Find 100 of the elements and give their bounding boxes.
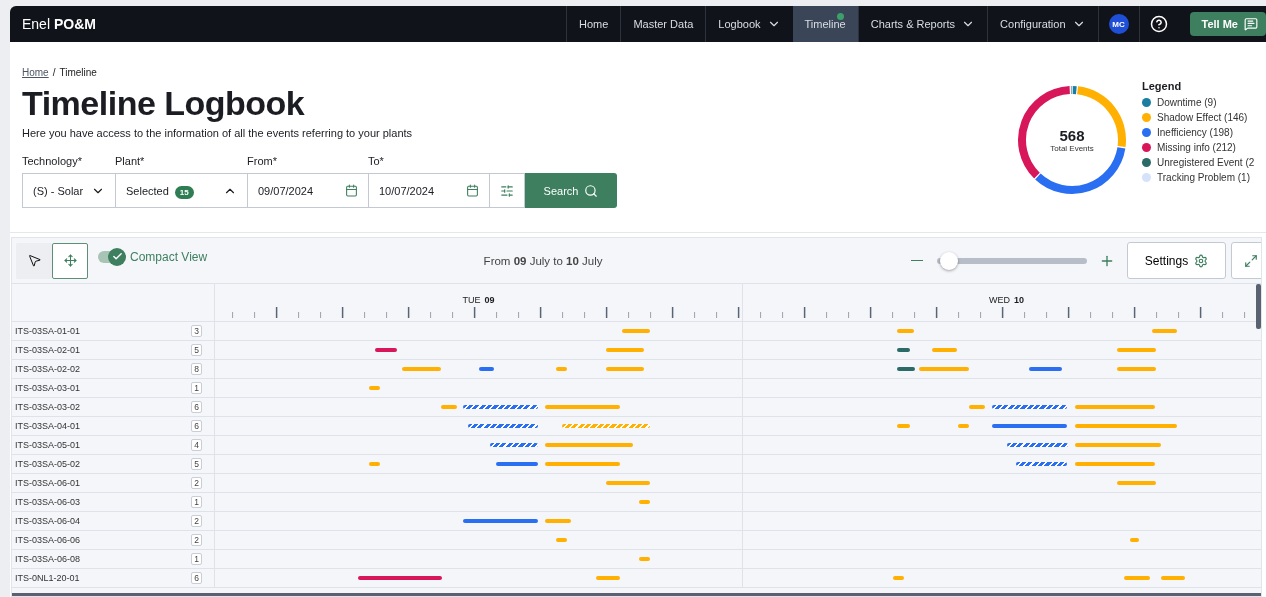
legend-title: Legend [1142, 80, 1183, 92]
plant-value: Selected 15 [126, 184, 194, 197]
row-label: ITS-03SA-05-01 [15, 440, 81, 450]
zoom-slider[interactable] [937, 251, 1087, 270]
check-icon [111, 251, 123, 262]
sliders-icon [500, 183, 514, 198]
event-bar[interactable] [897, 367, 915, 371]
row-label: ITS-0NL1-20-01 [15, 573, 80, 583]
plant-select[interactable]: Selected 15 [115, 173, 248, 208]
legend-label: Missing info (212) [1157, 142, 1236, 153]
nav-item[interactable]: Master Data [620, 6, 706, 42]
field-label: To* [368, 155, 385, 167]
row-label: ITS-03SA-02-01 [15, 345, 81, 355]
pointer-tool[interactable] [16, 242, 52, 279]
event-count: 6 [191, 572, 202, 584]
event-bar[interactable] [468, 424, 539, 428]
row-label: ITS-03SA-03-02 [15, 402, 81, 412]
settings-icon [1194, 253, 1209, 268]
nav-item[interactable]: Timeline [792, 6, 858, 42]
page-title: Timeline Logbook [22, 84, 306, 123]
fullscreen-button[interactable] [1231, 242, 1261, 279]
help-icon[interactable] [1149, 15, 1168, 33]
event-count: 1 [191, 553, 202, 565]
nav-item[interactable]: Logbook [705, 6, 793, 42]
event-bar[interactable] [991, 424, 1068, 428]
event-bar[interactable] [1015, 462, 1068, 466]
search-button[interactable]: Search [525, 173, 617, 208]
row-label: ITS-03SA-06-06 [15, 535, 81, 545]
event-count: 3 [191, 325, 202, 337]
technology-select[interactable]: (S) - Solar [22, 173, 116, 208]
nav-item[interactable]: Home [566, 6, 621, 42]
tell-me-button[interactable]: Tell Me [1189, 12, 1266, 36]
day-header: WED 10 [989, 294, 1024, 307]
event-count: 4 [191, 439, 202, 451]
event-bar[interactable] [1029, 367, 1062, 371]
event-bar[interactable] [462, 519, 539, 523]
event-count: 1 [191, 382, 202, 394]
page-subtitle: Here you have access to the information of all the events referring to your plants [22, 127, 414, 139]
event-count: 5 [191, 344, 202, 356]
event-bar[interactable] [479, 367, 495, 371]
row-label: ITS-03SA-06-01 [15, 478, 81, 488]
event-bar[interactable] [495, 462, 539, 466]
event-count: 8 [191, 363, 202, 375]
event-count: 6 [191, 420, 202, 432]
event-bar[interactable] [462, 405, 539, 409]
chat-icon [1244, 17, 1258, 31]
filter-button[interactable] [489, 173, 525, 208]
move-tool[interactable] [52, 242, 88, 279]
row-label: ITS-03SA-04-01 [15, 421, 81, 431]
move-icon [63, 254, 77, 267]
field-label: Plant* [115, 155, 146, 167]
expand-icon [1244, 253, 1258, 268]
date-range-text: From 09 July to 10 July [482, 254, 604, 267]
count-badge: 15 [174, 185, 194, 199]
event-count: 2 [191, 477, 202, 489]
user-avatar[interactable]: MC [1108, 14, 1129, 34]
breadcrumb-current: Timeline [59, 67, 97, 78]
event-count: 1 [191, 496, 202, 508]
active-dot [836, 13, 844, 20]
calendar-icon [345, 184, 358, 197]
row-label: ITS-03SA-03-01 [15, 383, 81, 393]
event-count: 2 [191, 515, 202, 527]
calendar-icon [466, 184, 479, 197]
pointer-icon [26, 253, 42, 268]
row-label: ITS-03SA-05-02 [15, 459, 81, 469]
legend-label: Unregistered Event (2 [1157, 157, 1255, 168]
slider-thumb[interactable] [939, 251, 958, 270]
day-header: TUE 09 [462, 294, 495, 307]
row-label: ITS-03SA-06-08 [15, 554, 81, 564]
legend-label: Shadow Effect (146) [1157, 112, 1248, 123]
row-label: ITS-03SA-02-02 [15, 364, 81, 374]
event-bar[interactable] [897, 348, 911, 352]
legend-label: Downtime (9) [1157, 97, 1217, 108]
field-label: Technology* [22, 155, 83, 167]
breadcrumb-link[interactable]: Home [22, 67, 49, 78]
event-bar[interactable] [490, 443, 539, 447]
row-label: ITS-03SA-01-01 [15, 326, 81, 336]
legend-label: Inefficiency (198) [1157, 127, 1233, 138]
settings-button[interactable]: Settings [1127, 242, 1226, 279]
breadcrumb-separator: / [52, 67, 56, 78]
scrollbar-thumb[interactable] [1256, 284, 1261, 329]
row-label: ITS-03SA-06-04 [15, 516, 81, 526]
event-bar[interactable] [991, 405, 1068, 409]
date-field[interactable]: 10/07/2024 [368, 173, 490, 208]
total-count: 568 [1059, 127, 1085, 144]
field-label: From* [247, 155, 278, 167]
event-bar[interactable] [1007, 443, 1068, 447]
date-field[interactable]: 09/07/2024 [247, 173, 369, 208]
minus-icon [911, 259, 923, 262]
event-bar[interactable] [374, 348, 397, 352]
compact-view-toggle[interactable]: Compact View [98, 249, 208, 264]
legend-label: Tracking Problem (1) [1157, 172, 1250, 183]
event-count: 5 [191, 458, 202, 470]
event-count: 6 [191, 401, 202, 413]
event-count: 2 [191, 534, 202, 546]
row-label: ITS-03SA-06-03 [15, 497, 81, 507]
search-icon [584, 183, 599, 198]
nav-item[interactable]: Configuration [987, 6, 1098, 42]
brand-logo[interactable]: Enel PO&M [10, 16, 567, 32]
nav-item[interactable]: Charts & Reports [857, 6, 988, 42]
